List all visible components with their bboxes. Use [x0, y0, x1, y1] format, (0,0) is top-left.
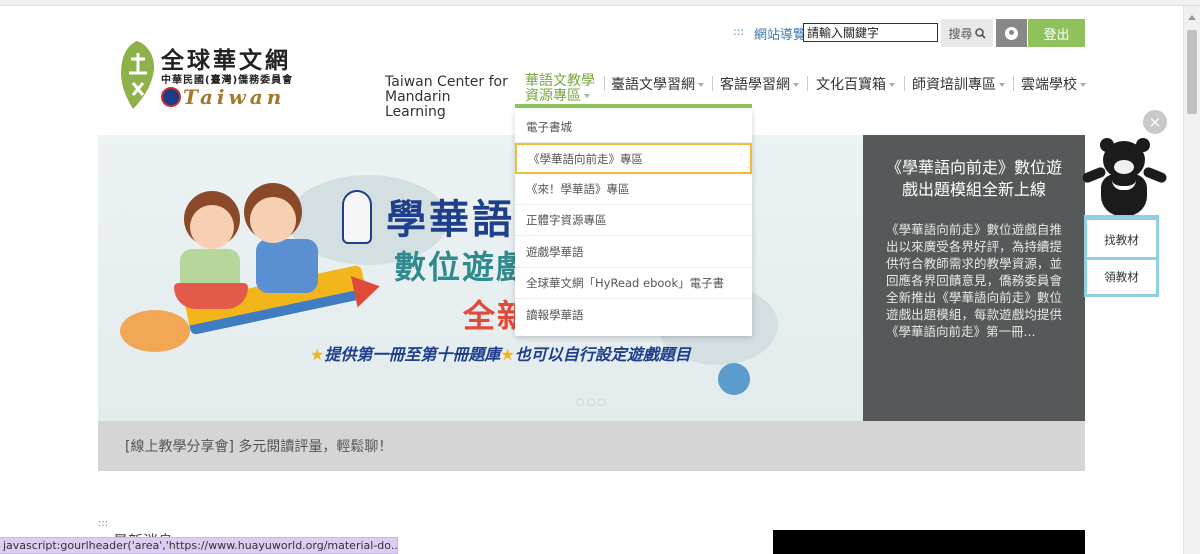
find-material-button[interactable]: 找教材 [1087, 223, 1156, 257]
rocket-icon [342, 190, 372, 244]
hero-tagline: ★提供第一冊至第十冊題庫★也可以自行設定遊戲題目 [310, 345, 691, 364]
logout-button[interactable]: 登出 [1028, 19, 1085, 47]
search-icon [974, 27, 986, 39]
close-icon[interactable]: × [1143, 110, 1167, 134]
chevron-down-icon [584, 94, 590, 98]
dropdown-item-hyread-ebook[interactable]: 全球華文網「HyRead ebook」電子書 [515, 268, 752, 299]
nav-separator [807, 76, 808, 91]
dropdown-item-newspaper-learning[interactable]: 讀報學華語 [515, 299, 752, 330]
taiwan-logo-icon [121, 41, 155, 109]
nav-item-culture[interactable]: 文化百寶箱 [816, 74, 895, 94]
page-scrollbar[interactable] [1183, 6, 1200, 554]
tcml-link[interactable]: Taiwan Center for Mandarin Learning [385, 75, 515, 120]
search-button-label: 搜尋 [948, 26, 973, 41]
bear-mascot-icon [1081, 138, 1168, 218]
scroll-thumb[interactable] [1187, 30, 1197, 114]
boy-illustration [256, 239, 318, 293]
star-icon: ★ [310, 345, 325, 364]
ocac-emblem-icon [161, 87, 181, 107]
nav-separator [604, 76, 605, 91]
hero-headline: 學華語 [386, 197, 515, 243]
video-block[interactable] [773, 530, 1085, 554]
nav-separator [712, 76, 713, 91]
hero-panel-body: 《學華語向前走》數位遊戲自推出以來廣受各界好評，為持續提供符合教師需求的教學資源… [886, 222, 1062, 339]
dropdown-item-traditional-chars[interactable]: 正體字資源專區 [515, 205, 752, 236]
nav-active-indicator [515, 104, 752, 108]
logo-subtitle: 中華民國(臺灣)僑務委員會 [161, 75, 294, 86]
girl-skirt-shape [174, 283, 248, 309]
accesskey-dots[interactable]: ::: [98, 518, 108, 529]
nav-item-label: 華語文教學資源專區 [525, 73, 595, 104]
logo-taiwan-text: Taiwan [183, 85, 286, 109]
hero-panel-title: 《學華語向前走》數位遊戲出題模組全新上線 [886, 158, 1063, 199]
site-logo[interactable]: 全球華文網 中華民國(臺灣)僑務委員會 Taiwan [115, 37, 300, 115]
nav-item-teacher-training[interactable]: 師資培訓專區 [912, 74, 1005, 94]
browser-status-bar: javascript:gourlheader('area','https://w… [0, 537, 398, 554]
pencil-tip-shape [350, 270, 384, 308]
news-ticker-text: [線上教學分享會] 多元閱讀評量，輕鬆聊！ [125, 439, 393, 455]
hero-text-panel[interactable]: 《學華語向前走》數位遊戲出題模組全新上線 《學華語向前走》數位遊戲自推出以來廣受… [863, 135, 1085, 421]
chevron-down-icon [889, 83, 895, 87]
user-icon [1005, 26, 1018, 40]
search-input[interactable] [803, 23, 938, 42]
news-ticker[interactable]: [線上教學分享會] 多元閱讀評量，輕鬆聊！ [98, 421, 1085, 471]
dropdown-item-ebook-store[interactable]: 電子書城 [515, 112, 752, 143]
nav-item-hakka[interactable]: 客語學習網 [720, 74, 799, 94]
nav-separator [904, 76, 905, 91]
nav-item-taiwanese[interactable]: 臺語文學習網 [611, 74, 704, 94]
boy-head-shape [250, 197, 296, 243]
rocket-flame-shape [120, 310, 190, 352]
carousel-dots[interactable]: ○○○ [576, 397, 608, 408]
chevron-down-icon [999, 83, 1005, 87]
sitemap-link[interactable]: 網站導覽 [754, 24, 806, 43]
chevron-down-icon [793, 83, 799, 87]
dropdown-item-lai-xue-huayu[interactable]: 《來！學華語》專區 [515, 174, 752, 205]
nav-item-cloud-school[interactable]: 雲端學校 [1021, 74, 1086, 94]
search-button[interactable]: 搜尋 [941, 19, 993, 47]
dropdown-item-huayu-forward[interactable]: 《學華語向前走》專區 [515, 143, 752, 174]
chevron-down-icon [1080, 83, 1086, 87]
material-widget: 找教材 領教材 [1084, 215, 1159, 297]
girl-head-shape [190, 205, 234, 249]
bear-arm-shape [1142, 165, 1168, 185]
teaching-resources-dropdown: 電子書城 《學華語向前走》專區 《來！學華語》專區 正體字資源專區 遊戲學華語 … [515, 110, 752, 336]
hero-subheadline: 數位遊戲 [394, 248, 531, 286]
scroll-up-arrow-icon[interactable] [1188, 15, 1196, 20]
bear-snout-shape [1114, 160, 1134, 174]
get-material-button[interactable]: 領教材 [1087, 260, 1156, 294]
star-icon: ★ [500, 345, 515, 364]
browser-top-edge [0, 0, 1200, 6]
globe-ball-shape [718, 363, 750, 395]
chevron-down-icon [698, 83, 704, 87]
dropdown-item-game-learning[interactable]: 遊戲學華語 [515, 237, 752, 268]
nav-separator [1013, 76, 1014, 91]
logo-title: 全球華文網 [161, 47, 291, 74]
accesskey-dots[interactable]: ::: [733, 25, 744, 38]
user-button[interactable] [996, 19, 1027, 47]
